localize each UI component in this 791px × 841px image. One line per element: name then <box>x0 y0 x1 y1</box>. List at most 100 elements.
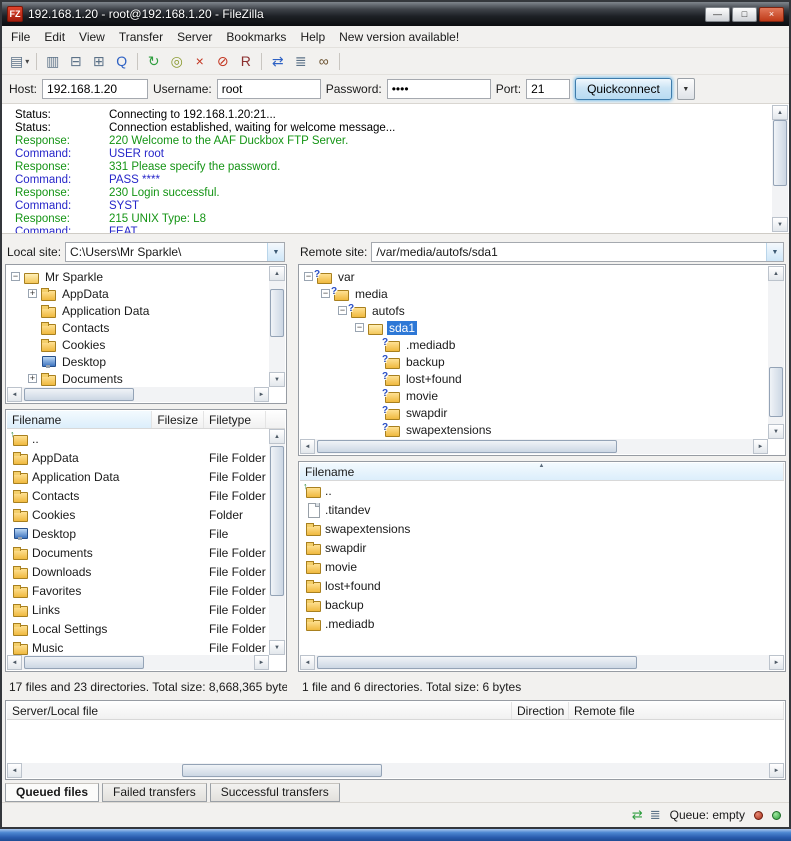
tree-item-backup[interactable]: backup <box>300 353 768 370</box>
scrollbar-thumb[interactable] <box>24 656 144 669</box>
menu-item-server[interactable]: Server <box>170 26 219 48</box>
scroll-left-button[interactable] <box>7 763 22 778</box>
file-row-up[interactable]: .. <box>7 429 269 448</box>
scroll-track[interactable] <box>22 655 254 670</box>
remote-site-combo[interactable]: /var/media/autofs/sda1 <box>371 242 784 262</box>
scroll-right-button[interactable] <box>769 763 784 778</box>
scroll-down-button[interactable] <box>768 424 784 439</box>
column-header-direction[interactable]: Direction <box>512 702 569 719</box>
toolbar-site-manager-button[interactable]: ▤▾ <box>7 50 32 72</box>
scroll-left-button[interactable] <box>300 439 315 454</box>
scroll-left-button[interactable] <box>7 387 22 402</box>
toolbar-filename-filters-button[interactable]: Q <box>110 50 133 72</box>
column-header-filesize[interactable]: Filesize <box>152 411 204 428</box>
file-row-up[interactable]: .. <box>300 481 784 500</box>
queue-hscroll[interactable] <box>7 763 784 778</box>
tree-item-swapextensions[interactable]: swapextensions <box>300 421 768 438</box>
scrollbar-thumb[interactable] <box>270 289 284 337</box>
tab-failed-transfers[interactable]: Failed transfers <box>102 783 207 802</box>
scrollbar-thumb[interactable] <box>270 446 284 596</box>
taskbar[interactable] <box>0 829 791 841</box>
file-row-swapdir[interactable]: swapdir <box>300 538 784 557</box>
tree-item-lost-found[interactable]: lost+found <box>300 370 768 387</box>
file-row-lost-found[interactable]: lost+found <box>300 576 784 595</box>
tree-item-media[interactable]: −media <box>300 285 768 302</box>
log-vertical-scrollbar[interactable] <box>772 105 788 232</box>
column-header-remote-file[interactable]: Remote file <box>569 702 784 719</box>
file-row-local-settings[interactable]: Local SettingsFile Folder <box>7 619 269 638</box>
scroll-down-button[interactable] <box>269 372 285 387</box>
toolbar-directory-comparison-button[interactable]: ≣ <box>289 50 312 72</box>
file-row-favorites[interactable]: FavoritesFile Folder <box>7 581 269 600</box>
toolbar-disconnect-button[interactable]: ⊘ <box>211 50 234 72</box>
close-button[interactable]: × <box>759 7 784 22</box>
file-row-movie[interactable]: movie <box>300 557 784 576</box>
menu-item-help[interactable]: Help <box>293 26 332 48</box>
scroll-up-button[interactable] <box>772 105 788 120</box>
toolbar-toggle-local-tree-button[interactable]: ⊟ <box>64 50 87 72</box>
minus-expander-icon[interactable]: − <box>321 289 330 298</box>
file-row-appdata[interactable]: AppDataFile Folder <box>7 448 269 467</box>
host-input[interactable] <box>42 79 148 99</box>
menu-item-transfer[interactable]: Transfer <box>112 26 170 48</box>
scrollbar-thumb[interactable] <box>317 440 617 453</box>
scroll-track[interactable] <box>315 439 753 454</box>
scrollbar-thumb[interactable] <box>24 388 134 401</box>
scroll-left-button[interactable] <box>300 655 315 670</box>
scroll-track[interactable] <box>772 120 788 217</box>
toolbar-reconnect-button[interactable]: R <box>234 50 257 72</box>
tree-item-mediadb[interactable]: .mediadb <box>300 336 768 353</box>
file-row-contacts[interactable]: ContactsFile Folder <box>7 486 269 505</box>
remote-tree-vscroll[interactable] <box>768 266 784 439</box>
minus-expander-icon[interactable]: − <box>355 323 364 332</box>
file-row-music[interactable]: MusicFile Folder <box>7 638 269 655</box>
column-header-filename[interactable]: Filename <box>7 411 152 428</box>
scrollbar-thumb[interactable] <box>317 656 637 669</box>
scroll-track[interactable] <box>768 281 784 424</box>
scroll-right-button[interactable] <box>254 387 269 402</box>
combo-dropdown-icon[interactable] <box>267 243 284 261</box>
file-row-titandev[interactable]: .titandev <box>300 500 784 519</box>
tree-item-movie[interactable]: movie <box>300 387 768 404</box>
minimize-button[interactable]: — <box>705 7 730 22</box>
scroll-track[interactable] <box>22 387 254 402</box>
username-input[interactable] <box>217 79 321 99</box>
minus-expander-icon[interactable]: − <box>304 272 313 281</box>
local-list-hscroll[interactable] <box>7 655 269 670</box>
menu-item-edit[interactable]: Edit <box>37 26 72 48</box>
menu-item-bookmarks[interactable]: Bookmarks <box>219 26 293 48</box>
quickconnect-dropdown-button[interactable] <box>677 78 695 100</box>
menu-item-new-version-available[interactable]: New version available! <box>332 26 466 48</box>
file-row-desktop[interactable]: DesktopFile <box>7 524 269 543</box>
scroll-track[interactable] <box>22 763 769 778</box>
toolbar-refresh-button[interactable]: ↻ <box>142 50 165 72</box>
port-input[interactable] <box>526 79 570 99</box>
maximize-button[interactable]: □ <box>732 7 757 22</box>
remote-list-hscroll[interactable] <box>300 655 784 670</box>
tab-queued-files[interactable]: Queued files <box>5 783 99 802</box>
local-site-combo[interactable]: C:\Users\Mr Sparkle\ <box>65 242 285 262</box>
scroll-up-button[interactable] <box>768 266 784 281</box>
local-tree-hscroll[interactable] <box>7 387 269 402</box>
menu-item-view[interactable]: View <box>72 26 112 48</box>
scroll-left-button[interactable] <box>7 655 22 670</box>
minus-expander-icon[interactable]: − <box>11 272 20 281</box>
plus-expander-icon[interactable]: + <box>28 374 37 383</box>
scroll-right-button[interactable] <box>769 655 784 670</box>
scrollbar-thumb[interactable] <box>182 764 382 777</box>
file-row-backup[interactable]: backup <box>300 595 784 614</box>
column-header-filename[interactable]: Filename▲ <box>300 463 784 480</box>
toolbar-toggle-message-log-button[interactable]: ▥ <box>41 50 64 72</box>
scroll-track[interactable] <box>269 444 285 640</box>
file-row-documents[interactable]: DocumentsFile Folder <box>7 543 269 562</box>
scroll-down-button[interactable] <box>269 640 285 655</box>
toolbar-find-files-button[interactable]: ∞ <box>312 50 335 72</box>
tree-item-contacts[interactable]: Contacts <box>7 319 269 336</box>
scroll-down-button[interactable] <box>772 217 788 232</box>
combo-dropdown-icon[interactable] <box>766 243 783 261</box>
scrollbar-thumb[interactable] <box>773 120 787 186</box>
local-list-vscroll[interactable] <box>269 429 285 655</box>
tab-successful-transfers[interactable]: Successful transfers <box>210 783 340 802</box>
tree-item-documents[interactable]: +Documents <box>7 370 269 387</box>
title-bar[interactable]: FZ 192.168.1.20 - root@192.168.1.20 - Fi… <box>2 2 789 26</box>
